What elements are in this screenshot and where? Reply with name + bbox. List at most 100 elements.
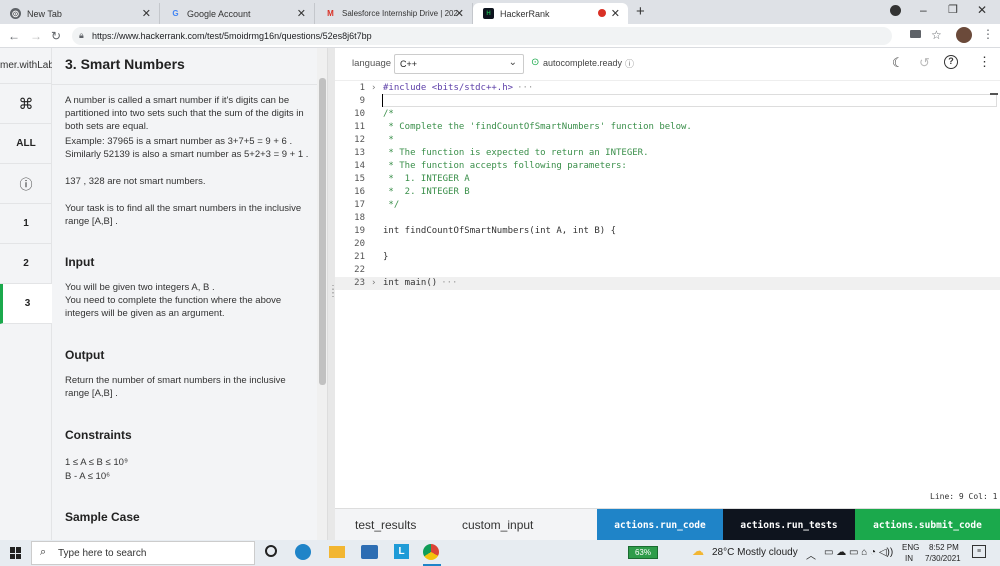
info-icon[interactable]: ⓘ [625,57,634,70]
shortcuts-icon[interactable]: ⌘ [0,84,52,124]
code-line[interactable]: 21} [335,251,1000,264]
cortana-icon[interactable] [265,545,277,557]
info-icon[interactable]: ⓘ [0,164,52,204]
code-line[interactable]: 22 [335,264,1000,277]
reset-icon[interactable]: ↺ [919,55,930,71]
close-tab-icon[interactable]: ✕ [611,7,620,20]
windows-taskbar: ⌕ Type here to search L 63% ☁ 28°C Mostl… [0,540,1000,566]
star-icon[interactable]: ☆ [931,28,942,42]
code-line[interactable]: 19 int findCountOfSmartNumbers(int A, int… [335,225,1000,238]
clock-time[interactable]: 8:52 PM [929,543,959,552]
tab-test-results[interactable]: test_results [355,518,416,532]
windows-start-icon[interactable] [10,547,22,559]
code-line[interactable]: 10 /* [335,108,1000,121]
reload-icon[interactable]: ↻ [51,29,61,43]
code-text: int main() [383,278,438,288]
run-tests-button[interactable]: actions.run_tests [723,509,855,541]
tab-label: New Tab [27,8,62,19]
line-number: 22 [354,265,365,275]
folded-ellipsis-icon[interactable]: ··· [517,82,533,95]
line-number: 14 [354,161,365,171]
tab-new-tab[interactable]: ◎ New Tab ✕ [0,3,160,24]
fold-chevron-icon[interactable]: › [371,277,376,290]
line-number: 20 [354,239,365,249]
close-tab-icon[interactable]: ✕ [297,7,306,20]
code-text: * 1. INTEGER A [383,174,470,184]
line-number: 19 [354,226,365,236]
nav-item-all[interactable]: ALL [0,124,52,164]
clock-date[interactable]: 7/30/2021 [925,554,961,563]
tab-hackerrank[interactable]: H HackerRank ✕ [473,3,628,24]
language-label: language [352,58,392,69]
nav-item-question-3[interactable]: 3 [0,284,52,324]
language-select[interactable]: C++ ⌄ [394,54,524,74]
more-options-icon[interactable]: ⋮ [978,54,991,70]
run-code-button[interactable]: actions.run_code [597,509,723,541]
code-line[interactable]: 11 * Complete the 'findCountOfSmartNumbe… [335,121,1000,134]
code-line[interactable]: 20 [335,238,1000,251]
nav-item-question-2[interactable]: 2 [0,244,52,284]
help-icon[interactable]: ? [944,55,958,69]
code-line[interactable]: 13 * The function is expected to return … [335,147,1000,160]
code-line[interactable]: 14 * The function accepts following para… [335,160,1000,173]
tab-salesforce[interactable]: M Salesforce Internship Drive | 202 ✕ [315,3,473,24]
profile-dot-icon[interactable] [890,5,901,16]
lock-icon: 🔒︎ [79,30,84,40]
edge-icon[interactable] [295,544,311,560]
line-number: 16 [354,187,365,197]
code-line[interactable]: 9 [335,95,1000,108]
minimize-icon[interactable]: – [920,3,927,17]
close-window-icon[interactable]: ✕ [977,3,987,17]
code-text: * [383,135,394,145]
code-line[interactable]: 18 [335,212,1000,225]
tab-google-account[interactable]: G Google Account ✕ [160,3,315,24]
close-tab-icon[interactable]: ✕ [142,7,151,20]
forward-icon[interactable]: → [30,29,42,43]
code-text: * The function accepts following paramet… [383,161,627,171]
address-bar: ← → ↻ 🔒︎ https://www.hackerrank.com/test… [0,24,1000,48]
url-field[interactable]: 🔒︎ https://www.hackerrank.com/test/5moid… [72,27,892,45]
nav-item-question-1[interactable]: 1 [0,204,52,244]
problem-scrollbar-thumb[interactable] [319,78,326,385]
notifications-icon[interactable]: ≡ [972,545,986,558]
folded-ellipsis-icon[interactable]: ··· [441,277,457,290]
panel-resize-handle[interactable]: ⋮ ⋮ [327,48,338,540]
code-line[interactable]: 12 * [335,134,1000,147]
taskbar-search-box[interactable]: ⌕ Type here to search [31,541,255,565]
submit-code-button[interactable]: actions.submit_code [855,509,1000,541]
code-line[interactable]: 23 › int main() ··· [335,277,1000,290]
constraint-2: B - A ≤ 10⁶ [65,471,111,482]
input-text-2: You need to complete the function where … [65,295,282,319]
code-line[interactable]: 15 * 1. INTEGER A [335,173,1000,186]
action-bar: test_results custom_input actions.run_co… [335,508,1000,541]
tray-icons[interactable]: ▭ ☁ ▭ ⌂ ◔ ◁)) [824,547,893,558]
camera-icon[interactable] [910,30,921,38]
fold-chevron-icon[interactable]: › [371,82,376,95]
code-line[interactable]: 16 * 2. INTEGER B [335,186,1000,199]
new-tab-icon[interactable]: + [636,3,645,20]
language-in[interactable]: IN [905,554,913,563]
lens-app-icon[interactable]: L [394,544,409,559]
theme-toggle-icon[interactable]: ☾ [892,55,904,71]
chrome-icon[interactable] [423,544,439,560]
code-line[interactable]: 1 › #include <bits/stdc++.h> ··· [335,82,1000,95]
code-line[interactable]: 17 */ [335,199,1000,212]
close-tab-icon[interactable]: ✕ [455,7,464,20]
code-text: */ [383,200,400,210]
mail-icon[interactable] [361,545,378,559]
menu-icon[interactable]: ⋮ [982,27,994,41]
url-text: https://www.hackerrank.com/test/5moidrmg… [92,31,372,41]
tab-custom-input[interactable]: custom_input [462,518,533,532]
maximize-icon[interactable]: ❐ [948,3,958,16]
file-explorer-icon[interactable] [329,546,345,558]
tab-label: Google Account [187,8,251,19]
avatar[interactable] [956,27,972,43]
code-text: } [383,252,389,262]
input-heading: Input [65,255,95,269]
code-text: #include <bits/stdc++.h> [383,83,514,93]
back-icon[interactable]: ← [8,29,20,43]
question-nav: mer.withLab ⌘ ALL ⓘ 1 2 3 [0,48,52,540]
tray-chevron-icon[interactable]: ︿ [806,547,816,562]
language-en[interactable]: ENG [902,543,919,552]
weather-text[interactable]: 28°C Mostly cloudy [712,547,798,558]
